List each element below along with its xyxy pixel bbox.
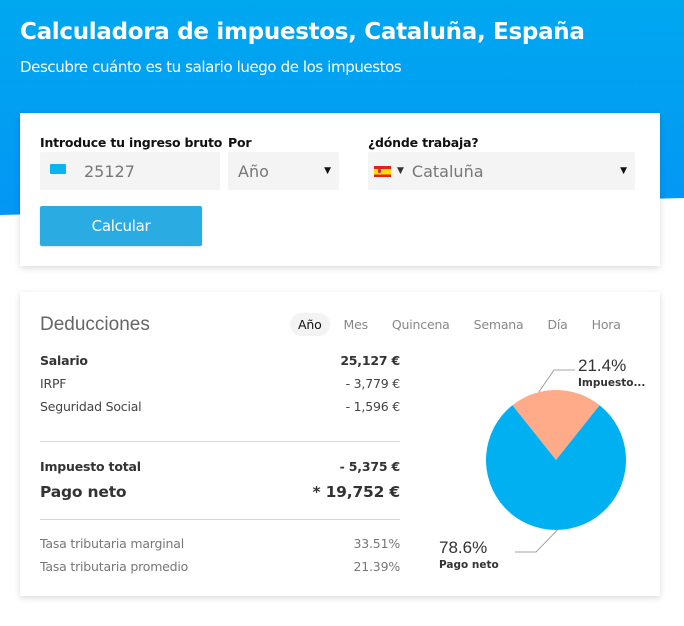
income-input[interactable]: 25127	[40, 152, 220, 190]
irpf-value: - 3,779 €	[345, 376, 401, 391]
average-rate-label: Tasa tributaria promedio	[40, 559, 189, 574]
tab-semana[interactable]: Semana	[466, 313, 532, 336]
pie-label-net-name: Pago neto	[439, 559, 499, 571]
net-pay-label: Pago neto	[40, 483, 127, 501]
pie-label-net-pct: 78.6%	[439, 538, 488, 557]
net-pay-row: Pago neto * 19,752 €	[40, 483, 400, 501]
divider	[40, 519, 400, 520]
pie-leader-line-net	[515, 529, 558, 553]
divider	[40, 441, 400, 442]
marginal-rate-value: 33.51%	[353, 536, 401, 551]
salary-row: Salario 25,127 €	[40, 353, 400, 368]
irpf-row: IRPF - 3,779 €	[40, 376, 400, 391]
period-value: Año	[238, 161, 269, 181]
tab-ano[interactable]: Año	[290, 313, 330, 336]
calculate-button[interactable]: Calcular	[40, 206, 202, 246]
caret-down-icon: ▼	[620, 166, 627, 176]
deductions-card: Deducciones Año Mes Quincena Semana Día …	[20, 292, 660, 596]
deductions-title: Deducciones	[40, 314, 150, 335]
net-pay-value: * 19,752 €	[312, 483, 401, 501]
social-security-row: Seguridad Social - 1,596 €	[40, 399, 400, 414]
salary-value: 25,127 €	[340, 353, 400, 368]
money-icon	[50, 164, 72, 178]
income-value: 25127	[84, 161, 135, 181]
total-tax-row: Impuesto total - 5,375 €	[40, 459, 400, 474]
tab-mes[interactable]: Mes	[336, 313, 376, 336]
pie-label-tax-pct: 21.4%	[578, 356, 627, 375]
period-select[interactable]: Año ▼	[228, 152, 339, 190]
pie-label-tax-name: Impuesto...	[578, 377, 646, 389]
income-label: Introduce tu ingreso bruto	[40, 135, 223, 150]
calculator-form-card: Introduce tu ingreso bruto 25127 Por Año…	[20, 113, 660, 266]
region-label: ¿dónde trabaja?	[368, 135, 479, 150]
page-subtitle: Descubre cuánto es tu salario luego de l…	[20, 58, 402, 76]
average-rate-row: Tasa tributaria promedio 21.39%	[40, 559, 400, 574]
social-security-value: - 1,596 €	[345, 399, 401, 414]
salary-label: Salario	[40, 353, 88, 368]
average-rate-value: 21.39%	[353, 559, 401, 574]
tab-quincena[interactable]: Quincena	[384, 313, 458, 336]
region-select[interactable]: ▼ Cataluña ▼	[368, 152, 635, 190]
caret-down-icon: ▼	[324, 166, 331, 176]
marginal-rate-row: Tasa tributaria marginal 33.51%	[40, 536, 400, 551]
page-title: Calculadora de impuestos, Cataluña, Espa…	[20, 19, 585, 45]
marginal-rate-label: Tasa tributaria marginal	[40, 536, 184, 551]
tab-hora[interactable]: Hora	[584, 313, 629, 336]
pie-leader-line-tax	[538, 369, 575, 393]
pie-chart: 21.4% Impuesto... 78.6% Pago neto	[420, 342, 660, 592]
irpf-label: IRPF	[40, 376, 67, 391]
period-label: Por	[228, 135, 252, 150]
total-tax-label: Impuesto total	[40, 459, 141, 474]
social-security-label: Seguridad Social	[40, 399, 142, 414]
region-value: Cataluña	[411, 161, 484, 181]
period-tabs: Año Mes Quincena Semana Día Hora	[290, 313, 637, 336]
spain-flag-icon[interactable]	[374, 165, 391, 177]
tab-dia[interactable]: Día	[539, 313, 575, 336]
total-tax-value: - 5,375 €	[339, 459, 401, 474]
country-caret-icon[interactable]: ▼	[397, 166, 404, 176]
